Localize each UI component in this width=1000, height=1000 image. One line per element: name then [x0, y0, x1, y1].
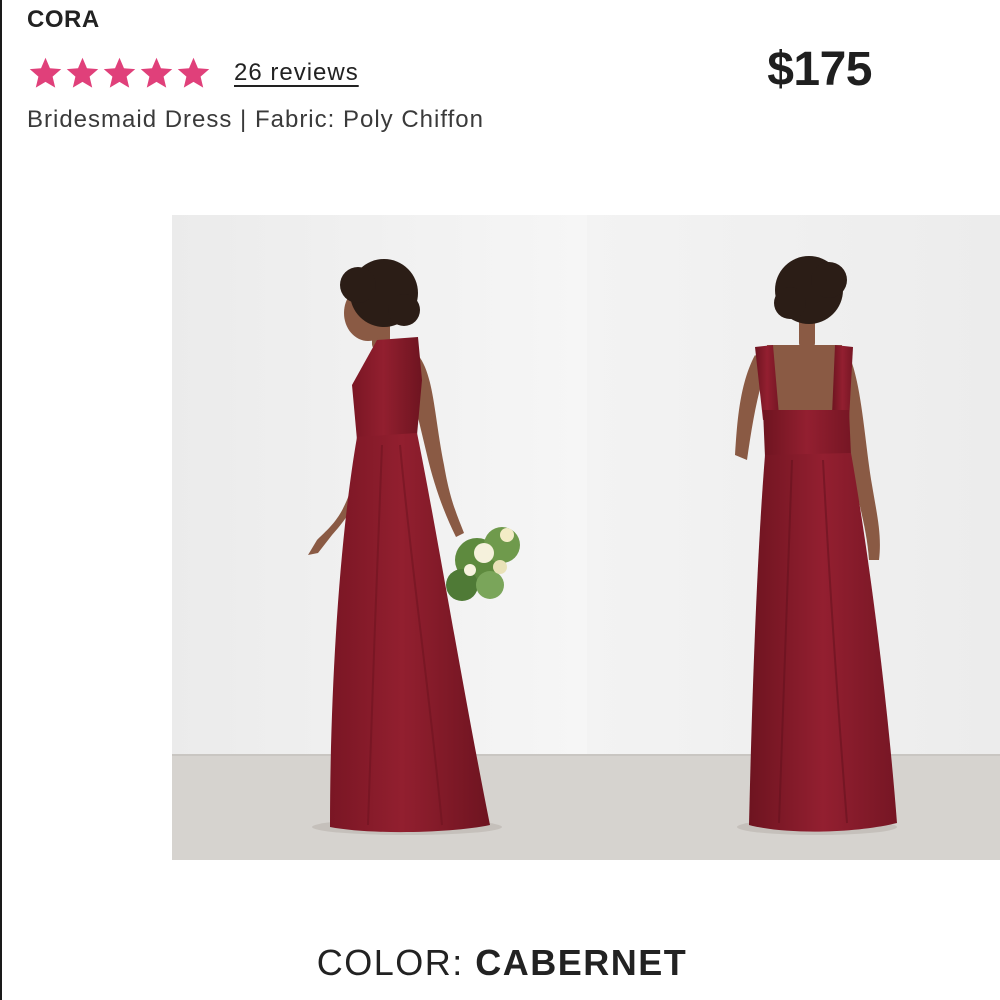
dress-back-photo[interactable]	[587, 215, 1000, 860]
dress-front-illustration	[172, 215, 587, 860]
product-name: CORA	[27, 6, 100, 33]
product-page: CORA 26 reviews $175 Bridesmaid Dress | …	[0, 0, 1000, 1000]
rating-row: 26 reviews	[27, 53, 359, 93]
color-label: COLOR: CABERNET	[2, 942, 1000, 984]
star-icon	[29, 57, 62, 88]
star-icon	[66, 57, 99, 88]
reviews-link[interactable]: 26 reviews	[234, 59, 359, 87]
star-icon	[103, 57, 136, 88]
color-prefix: COLOR:	[316, 942, 476, 983]
color-value: CABERNET	[475, 942, 688, 983]
star-icon	[140, 57, 173, 88]
product-subtitle: Bridesmaid Dress | Fabric: Poly Chiffon	[27, 106, 484, 133]
dress-front-photo[interactable]	[172, 215, 587, 860]
star-icon	[177, 57, 210, 88]
dress-back-illustration	[587, 215, 1000, 860]
product-price: $175	[767, 43, 872, 96]
product-gallery	[172, 215, 1000, 860]
star-rating[interactable]	[27, 55, 212, 92]
